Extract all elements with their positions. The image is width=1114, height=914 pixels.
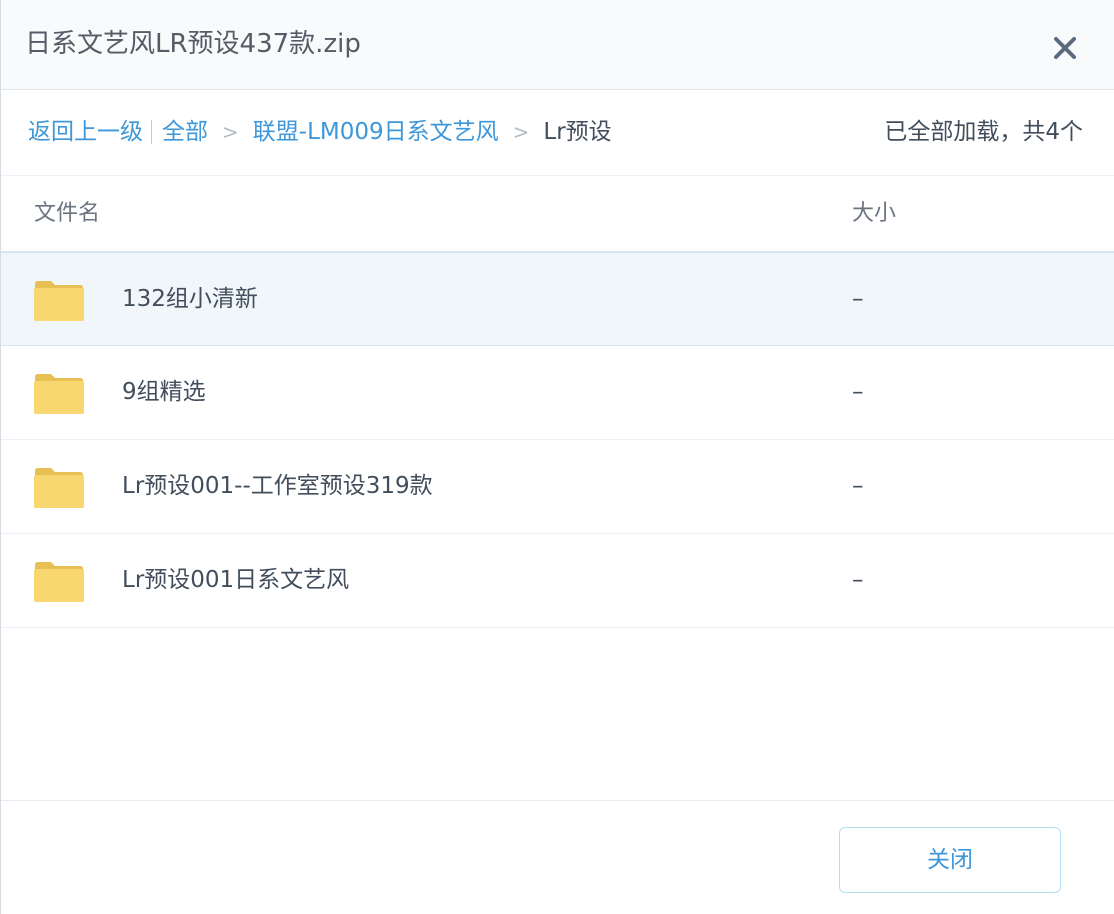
breadcrumb-item-all[interactable]: 全部	[162, 114, 208, 150]
table-row[interactable]: 132组小清新 –	[1, 252, 1114, 346]
close-button[interactable]: 关闭	[839, 827, 1061, 893]
folder-icon	[34, 468, 84, 508]
breadcrumb-divider	[151, 120, 152, 144]
table-row[interactable]: 9组精选 –	[1, 346, 1114, 440]
breadcrumb-item-current: Lr预设	[543, 119, 612, 145]
load-status: 已全部加载，共4个	[884, 119, 1083, 145]
back-link[interactable]: 返回上一级	[28, 114, 143, 150]
breadcrumb-bar: 返回上一级 全部 > 联盟-LM009日系文艺风 > Lr预设 已全部加载，共4…	[1, 90, 1114, 176]
file-name: Lr预设001--工作室预设319款	[122, 473, 433, 499]
file-list: 132组小清新 – 9组精选 – Lr预设001--工作室预设319款 – Lr…	[1, 252, 1114, 628]
table-header: 文件名 大小	[1, 176, 1114, 252]
table-row[interactable]: Lr预设001日系文艺风 –	[1, 534, 1114, 628]
column-header-name: 文件名	[34, 201, 101, 226]
folder-icon	[34, 374, 84, 414]
folder-icon	[34, 281, 84, 321]
file-preview-dialog: 日系文艺风LR预设437款.zip 返回上一级 全部 > 联盟-LM009日系文…	[0, 0, 1114, 914]
file-name: 132组小清新	[122, 286, 258, 312]
breadcrumb-separator: >	[222, 120, 239, 144]
breadcrumb: 返回上一级 全部 > 联盟-LM009日系文艺风 > Lr预设	[28, 114, 612, 150]
file-size: –	[852, 379, 864, 405]
breadcrumb-item-lm009[interactable]: 联盟-LM009日系文艺风	[253, 114, 499, 150]
breadcrumb-separator: >	[512, 120, 530, 144]
column-header-size: 大小	[852, 201, 897, 226]
folder-icon	[34, 562, 84, 602]
file-name: 9组精选	[122, 379, 206, 405]
close-icon[interactable]	[1041, 24, 1087, 70]
file-name: Lr预设001日系文艺风	[122, 567, 350, 593]
dialog-footer: 关闭	[1, 800, 1114, 914]
file-size: –	[852, 567, 864, 593]
file-size: –	[852, 286, 864, 312]
dialog-header: 日系文艺风LR预设437款.zip	[1, 0, 1114, 90]
table-row[interactable]: Lr预设001--工作室预设319款 –	[1, 440, 1114, 534]
file-size: –	[852, 473, 864, 499]
dialog-title: 日系文艺风LR预设437款.zip	[25, 29, 361, 59]
